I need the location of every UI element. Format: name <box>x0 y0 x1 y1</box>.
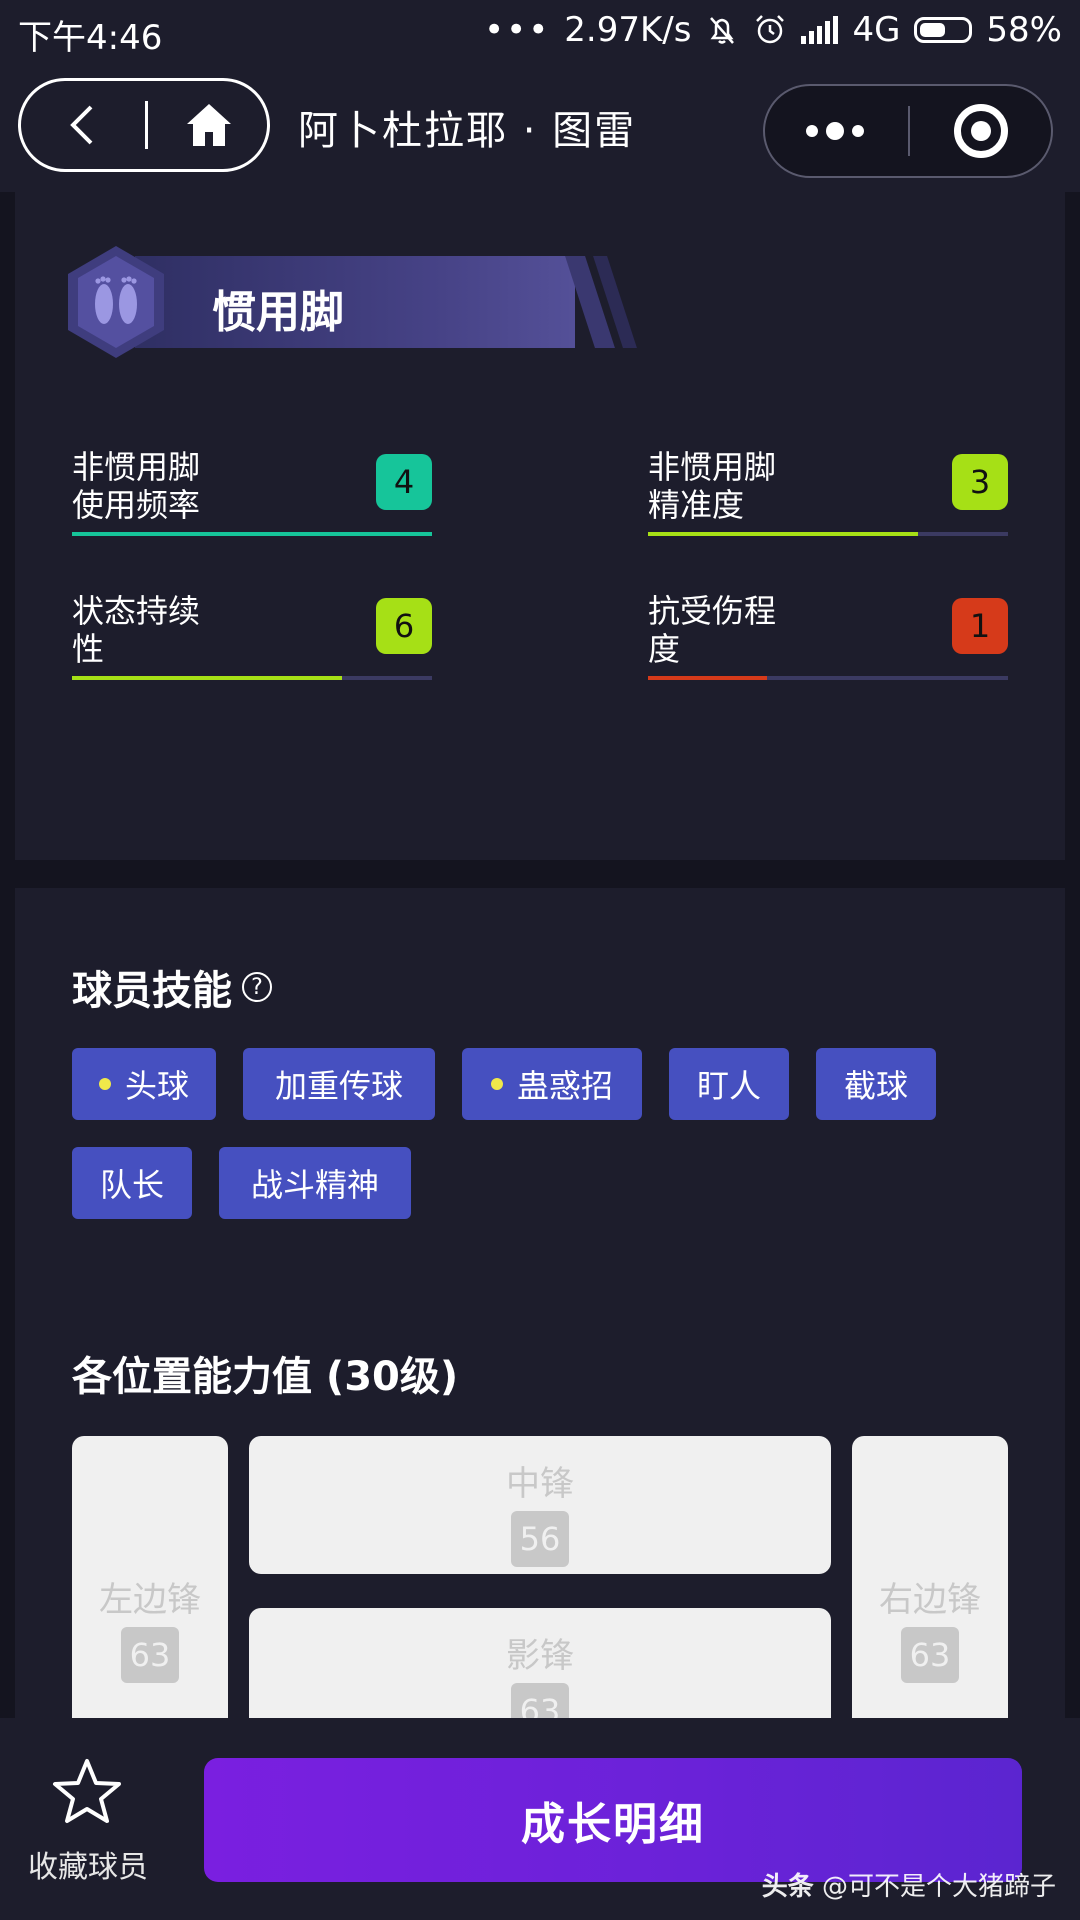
skill-dot-icon <box>98 1078 111 1090</box>
skill-tag[interactable]: 加重传球 <box>243 1048 435 1120</box>
more-dot-icon <box>826 122 844 140</box>
nav-bar: 阿卜杜拉耶 · 图雷 <box>0 62 1080 192</box>
skill-label: 队长 <box>99 1166 164 1204</box>
close-miniprogram-button[interactable] <box>911 86 1051 176</box>
status-time: 下午4:46 <box>18 18 163 58</box>
stat-fill <box>72 532 432 536</box>
pos-card-left-wing[interactable]: 左边锋 63 <box>72 1436 228 1718</box>
section-title: 惯用脚 <box>212 287 344 338</box>
skill-label: 战斗精神 <box>250 1166 379 1204</box>
mute-bell-icon <box>710 17 735 44</box>
back-button[interactable] <box>21 81 143 169</box>
skills-title: 球员技能 ? <box>72 958 272 1016</box>
stat-badge: 4 <box>376 454 432 510</box>
more-button[interactable] <box>765 86 905 176</box>
favorite-label[interactable]: 收藏球员 <box>28 1842 148 1886</box>
pos-name: 中锋 <box>506 1464 574 1504</box>
pos-card-right-wing[interactable]: 右边锋 63 <box>852 1436 1008 1718</box>
pos-name: 影锋 <box>506 1636 574 1676</box>
stat-label: 抗受伤程 度 <box>648 592 777 668</box>
pos-value: 63 <box>511 1683 569 1718</box>
stat-weak-foot-frequency: 非惯用脚 使用频率 4 <box>72 448 432 558</box>
skill-dot-icon <box>490 1078 503 1090</box>
battery-fill <box>920 23 945 37</box>
signal-icon <box>801 16 839 44</box>
stat-fill <box>648 532 918 536</box>
watermark-prefix: 头条 <box>761 1872 814 1902</box>
pos-name: 左边锋 <box>99 1580 201 1620</box>
skill-tag[interactable]: 截球 <box>816 1048 936 1120</box>
network-speed: 2.97K/s <box>564 10 692 50</box>
network-type: 4G <box>852 10 901 50</box>
stat-track <box>648 532 1008 536</box>
stat-form-consistency: 状态持续 性 6 <box>72 592 432 702</box>
battery-icon <box>914 17 973 43</box>
skill-label: 截球 <box>843 1067 908 1105</box>
stat-track <box>72 532 432 536</box>
stat-badge: 3 <box>952 454 1008 510</box>
stat-badge: 1 <box>952 598 1008 654</box>
stat-track <box>72 676 432 680</box>
target-icon <box>954 104 1008 158</box>
footprint-badge-icon <box>68 246 164 358</box>
stat-label: 非惯用脚 使用频率 <box>72 448 201 524</box>
nav-capsule-left <box>18 78 270 172</box>
skill-tag[interactable]: 蛊惑招 <box>462 1048 642 1120</box>
pos-value: 63 <box>901 1627 959 1683</box>
home-button[interactable] <box>151 81 267 169</box>
skill-label: 加重传球 <box>274 1067 403 1105</box>
stat-badge: 6 <box>376 598 432 654</box>
skill-tag[interactable]: 战斗精神 <box>219 1147 411 1219</box>
star-icon[interactable] <box>52 1758 122 1824</box>
stat-weak-foot-accuracy: 非惯用脚 精准度 3 <box>648 448 1008 558</box>
home-icon <box>187 104 231 146</box>
skill-tag[interactable]: 队长 <box>72 1147 192 1219</box>
watermark-text: @可不是个大猪蹄子 <box>821 1872 1056 1902</box>
pos-value: 56 <box>511 1511 569 1567</box>
status-right: ••• 2.97K/s 4G 58% <box>484 10 1062 50</box>
stat-track <box>648 676 1008 680</box>
more-dot-icon <box>852 125 864 137</box>
skill-label: 蛊惑招 <box>516 1067 613 1105</box>
skill-tag[interactable]: 盯人 <box>669 1048 789 1120</box>
skill-label: 头球 <box>124 1067 189 1105</box>
stat-fill <box>648 676 767 680</box>
status-bar: 下午4:46 ••• 2.97K/s 4G 58% <box>0 0 1080 62</box>
positions-title: 各位置能力值 (30级) <box>72 1354 459 1400</box>
stat-label: 非惯用脚 精准度 <box>648 448 777 524</box>
stat-injury-resistance: 抗受伤程 度 1 <box>648 592 1008 702</box>
section-banner <box>135 256 575 348</box>
battery-percent: 58% <box>986 10 1062 50</box>
pos-card-second-striker[interactable]: 影锋 63 <box>249 1608 831 1718</box>
pos-value: 63 <box>121 1627 179 1683</box>
page-title: 阿卜杜拉耶 · 图雷 <box>298 108 637 154</box>
skill-tag[interactable]: 头球 <box>72 1048 216 1120</box>
more-dot-icon <box>806 125 818 137</box>
skill-label: 盯人 <box>696 1067 761 1105</box>
capsule-divider <box>908 106 910 156</box>
pos-name: 右边锋 <box>879 1580 981 1620</box>
growth-details-button[interactable]: 成长明细 <box>204 1758 1022 1882</box>
stat-fill <box>72 676 342 680</box>
alarm-icon <box>756 15 785 44</box>
skills-title-text: 球员技能 <box>72 968 232 1014</box>
capsule-divider <box>145 101 148 149</box>
help-icon[interactable]: ? <box>242 972 272 1002</box>
nav-capsule-right <box>763 84 1053 178</box>
status-dots: ••• <box>484 10 551 50</box>
pos-card-striker[interactable]: 中锋 56 <box>249 1436 831 1574</box>
stat-label: 状态持续 性 <box>72 592 201 668</box>
chevron-left-icon <box>70 105 93 145</box>
watermark: 头条 @可不是个大猪蹄子 <box>762 1866 1056 1903</box>
